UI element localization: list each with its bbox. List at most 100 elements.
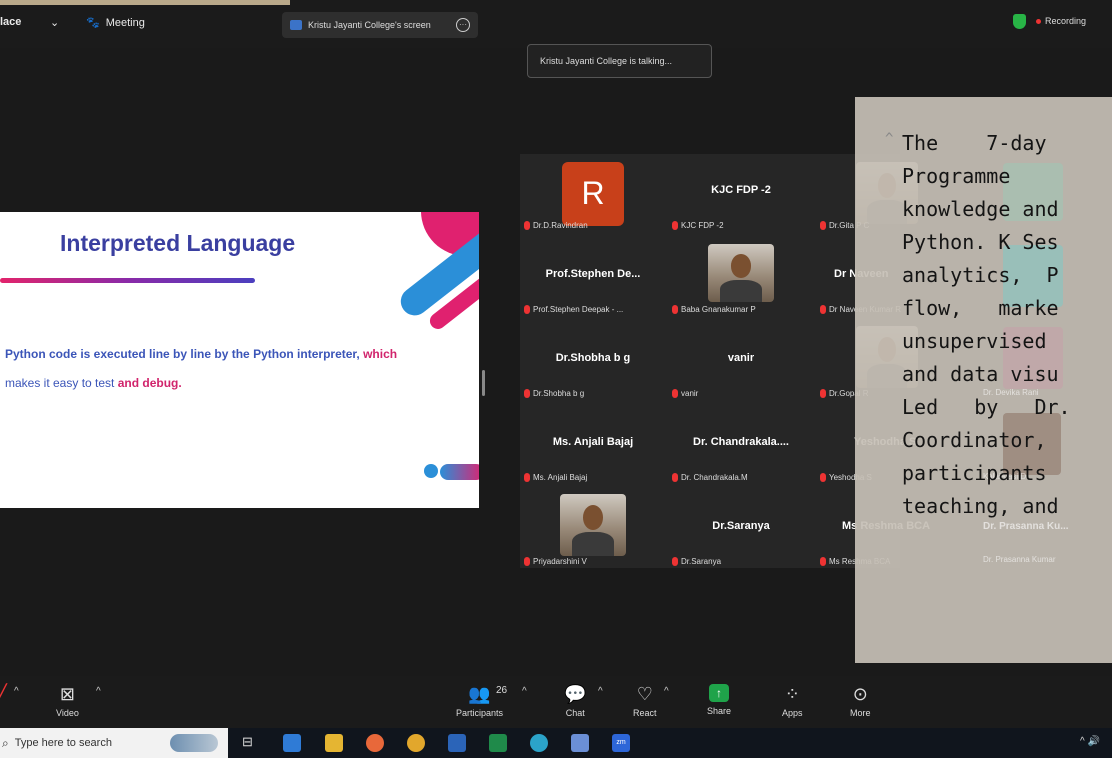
participant-tile[interactable]: Baba Gnanakumar P	[668, 238, 814, 320]
participant-display-name: Dr. Chandrakala....	[693, 436, 789, 448]
view-label: lace	[0, 16, 22, 28]
participant-name-label: Dr.D.Ravindran	[533, 221, 588, 230]
share-label: Share	[707, 706, 732, 716]
participant-avatar: R	[562, 162, 624, 226]
participant-label: KJC FDP -2	[672, 221, 724, 230]
participant-label: Dr. Chandrakala.M	[672, 473, 748, 482]
chat-button[interactable]: 💬 Chat	[564, 684, 586, 718]
slide-decoration-pill	[440, 464, 479, 480]
muted-mic-icon	[524, 473, 530, 482]
system-tray-chevron-icon[interactable]: ^ 🔊	[1080, 736, 1100, 747]
participant-label: Prof.Stephen Deepak - ...	[524, 305, 623, 314]
audio-options-chevron-icon[interactable]: ^	[14, 686, 19, 697]
more-icon[interactable]: ···	[456, 18, 470, 32]
zoom-app-label: zm	[616, 739, 626, 746]
zoom-app-icon[interactable]: zm	[612, 734, 630, 752]
participant-tile[interactable]: KJC FDP -2 KJC FDP -2	[668, 154, 814, 236]
muted-mic-icon	[524, 305, 530, 314]
chrome-icon[interactable]	[407, 734, 425, 752]
word-icon[interactable]	[448, 734, 466, 752]
view-splitter-handle[interactable]	[482, 370, 485, 396]
video-label: Video	[56, 708, 79, 718]
muted-mic-icon	[524, 557, 530, 566]
participant-display-name: Dr.Shobha b g	[555, 352, 631, 364]
participant-video	[560, 494, 626, 556]
participant-tile[interactable]: R Dr.D.Ravindran	[520, 154, 666, 236]
participant-tile[interactable]: Dr. Chandrakala.... Dr. Chandrakala.M	[668, 406, 814, 488]
shared-screen-slide: Interpreted Language Python code is exec…	[0, 212, 479, 508]
description-overlay-panel: Dr. Devika Rani Kalaiarasi D Dr. Prasann…	[855, 97, 1112, 663]
muted-mic-icon	[672, 473, 678, 482]
react-label: React	[633, 708, 657, 718]
ghost-label-prasanna: Dr. Prasanna Kumar	[983, 555, 1056, 564]
muted-mic-icon	[672, 305, 678, 314]
participant-name-label: Dr. Chandrakala.M	[681, 473, 748, 482]
participant-tile[interactable]: Prof.Stephen De... Prof.Stephen Deepak -…	[520, 238, 666, 320]
muted-mic-icon	[672, 389, 678, 398]
participant-display-name: KJC FDP -2	[711, 184, 771, 196]
task-view-icon[interactable]: ⊟	[242, 734, 260, 752]
audio-button[interactable]: ╱	[0, 684, 7, 704]
share-screen-icon: ↑	[709, 684, 730, 702]
participant-display-name: Ms. Anjali Bajaj	[552, 436, 634, 448]
screen-share-label: Kristu Jayanti College's screen	[308, 20, 431, 30]
firefox-icon[interactable]	[366, 734, 384, 752]
slide-title: Interpreted Language	[60, 230, 296, 256]
screen-share-indicator[interactable]: Kristu Jayanti College's screen ···	[282, 12, 478, 38]
recording-label: Recording	[1045, 16, 1087, 26]
slide-body-text: Python code is executed line by line by …	[5, 340, 465, 398]
more-icon: ⊙	[852, 684, 868, 704]
participant-label: vanir	[672, 389, 698, 398]
react-heart-icon: ♡	[636, 684, 653, 704]
participant-name-label: Dr.Shobha b g	[533, 389, 585, 398]
muted-mic-icon	[524, 389, 530, 398]
participant-tile[interactable]: Priyadarshini V	[520, 490, 666, 572]
participant-label: Priyadarshini V	[524, 557, 587, 566]
participant-name-label: Prof.Stephen Deepak - ...	[533, 305, 624, 314]
collapse-caret-icon[interactable]: ^	[885, 131, 893, 147]
react-options-chevron-icon[interactable]: ^	[664, 686, 669, 697]
more-label: More	[850, 708, 871, 718]
participant-tile[interactable]: vanir vanir	[668, 322, 814, 404]
weather-widget-icon[interactable]	[170, 734, 218, 752]
participants-options-chevron-icon[interactable]: ^	[522, 686, 527, 697]
muted-mic-icon	[524, 221, 530, 230]
video-options-chevron-icon[interactable]: ^	[96, 686, 101, 697]
windows-taskbar: ⌕ Type here to search ⊟ zm ^ 🔊	[0, 728, 1112, 758]
view-dropdown-chevron-icon[interactable]: ⌄	[50, 16, 59, 29]
participant-tile[interactable]: Ms. Anjali Bajaj Ms. Anjali Bajaj	[520, 406, 666, 488]
react-button[interactable]: ♡ React	[633, 684, 657, 718]
participant-display-name: Dr.Saranya	[712, 520, 770, 532]
participant-label: Dr.D.Ravindran	[524, 221, 588, 230]
view-menu[interactable]: lace	[0, 16, 21, 28]
apps-icon: ⁘	[784, 684, 800, 704]
photos-app-icon[interactable]	[571, 734, 589, 752]
meeting-label: Meeting	[105, 16, 145, 29]
participant-gallery: R Dr.D.Ravindran KJC FDP -2 KJC FDP -2 D…	[520, 154, 930, 568]
edge-icon[interactable]	[530, 734, 548, 752]
recording-indicator[interactable]: Recording	[1036, 16, 1086, 26]
participants-label: Participants	[456, 708, 504, 718]
excel-icon[interactable]	[489, 734, 507, 752]
muted-mic-icon	[820, 305, 826, 314]
meeting-top-bar: lace ⌄ 🐾 Meeting Kristu Jayanti College'…	[0, 0, 1112, 48]
share-button[interactable]: ↑ Share	[707, 684, 731, 716]
more-button[interactable]: ⊙ More	[850, 684, 871, 718]
participant-name-label: vanir	[681, 389, 699, 398]
security-shield-icon[interactable]	[1013, 14, 1026, 29]
mail-app-icon[interactable]	[283, 734, 301, 752]
video-button[interactable]: ⊠ Video	[56, 684, 79, 718]
participant-label: Dr.Saranya	[672, 557, 721, 566]
participant-tile[interactable]: Dr.Shobha b g Dr.Shobha b g	[520, 322, 666, 404]
apps-button[interactable]: ⁘ Apps	[782, 684, 803, 718]
chat-options-chevron-icon[interactable]: ^	[598, 686, 603, 697]
participant-name-label: Ms. Anjali Bajaj	[533, 473, 588, 482]
meeting-info-button[interactable]: 🐾 Meeting	[86, 16, 145, 30]
file-explorer-icon[interactable]	[325, 734, 343, 752]
participant-name-label: Baba Gnanakumar P	[681, 305, 756, 314]
participant-label: Ms. Anjali Bajaj	[524, 473, 587, 482]
slide-line1-blue: Python code is executed line by line by …	[5, 347, 360, 361]
participant-label: Dr.Shobha b g	[524, 389, 584, 398]
participant-tile[interactable]: Dr.Saranya Dr.Saranya	[668, 490, 814, 572]
participant-name-label: Priyadarshini V	[533, 557, 587, 566]
